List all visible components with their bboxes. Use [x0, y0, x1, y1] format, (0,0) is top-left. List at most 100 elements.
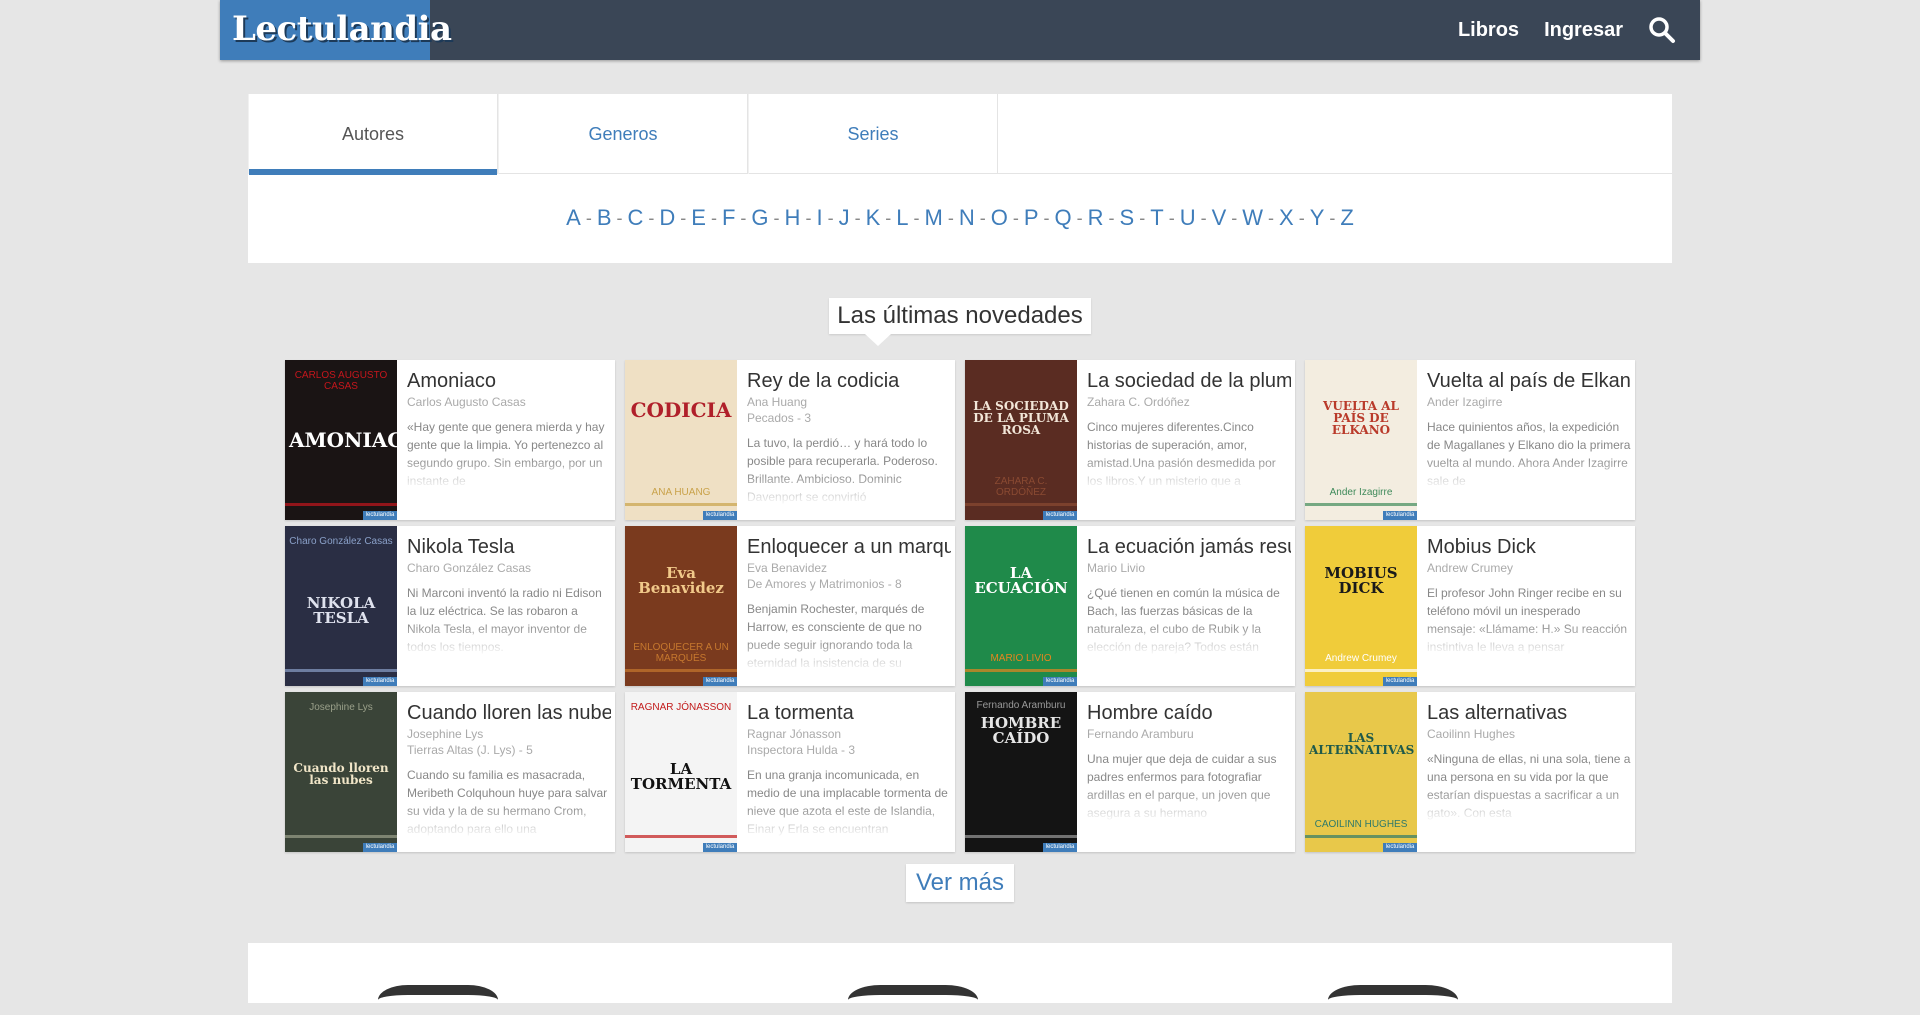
- letter-link[interactable]: N: [959, 205, 975, 231]
- book-author[interactable]: Zahara C. Ordóñez: [1087, 395, 1291, 409]
- tab-generos[interactable]: Generos: [498, 94, 748, 174]
- letter-link[interactable]: H: [785, 205, 801, 231]
- book-cover[interactable]: VUELTA AL PAÍS DE ELKANO Ander Izagirre le…: [1305, 360, 1417, 520]
- search-icon[interactable]: [1648, 16, 1676, 44]
- cover-author: Ander Izagirre: [1329, 487, 1393, 498]
- letter-link[interactable]: P: [1024, 205, 1039, 231]
- book-card[interactable]: Cuando lloren las nubes Josephine Lys lect…: [285, 692, 615, 852]
- letter-link[interactable]: Z: [1340, 205, 1353, 231]
- cover-stamp: lectulandia: [1383, 511, 1417, 520]
- book-title[interactable]: Nikola Tesla: [407, 534, 611, 560]
- book-title[interactable]: Rey de la codicia: [747, 368, 951, 394]
- book-author[interactable]: Caoilinn Hughes: [1427, 727, 1631, 741]
- book-title[interactable]: La tormenta: [747, 700, 951, 726]
- book-card[interactable]: LA TORMENTA RAGNAR JÓNASSON lectulandia La …: [625, 692, 955, 852]
- cover-title: Cuando lloren las nubes: [293, 761, 389, 787]
- book-author[interactable]: Ragnar Jónasson: [747, 727, 951, 741]
- letter-link[interactable]: U: [1180, 205, 1196, 231]
- letter-link[interactable]: L: [896, 205, 908, 231]
- tab-autores[interactable]: Autores: [248, 94, 498, 175]
- book-title[interactable]: La ecuación jamás resuelta: [1087, 534, 1291, 560]
- book-author[interactable]: Ander Izagirre: [1427, 395, 1631, 409]
- letter-link[interactable]: R: [1088, 205, 1104, 231]
- book-cover[interactable]: LAS ALTERNATIVAS CAOILINN HUGHES lectuland…: [1305, 692, 1417, 852]
- book-cover[interactable]: HOMBRE CAÍDO Fernando Aramburu lectulandia: [965, 692, 1077, 852]
- book-series[interactable]: Tierras Altas (J. Lys) - 5: [407, 743, 611, 757]
- letter-link[interactable]: M: [925, 205, 943, 231]
- letter-link[interactable]: O: [991, 205, 1008, 231]
- letter-link[interactable]: T: [1150, 205, 1163, 231]
- book-card[interactable]: Eva Benavidez ENLOQUECER A UN MARQUÉS lect…: [625, 526, 955, 686]
- letter-link[interactable]: D: [659, 205, 675, 231]
- book-title[interactable]: Hombre caído: [1087, 700, 1291, 726]
- letter-link[interactable]: J: [839, 205, 850, 231]
- book-card[interactable]: CODICIA ANA HUANG lectulandia Rey de la cod…: [625, 360, 955, 520]
- nav-ingresar-link[interactable]: Ingresar: [1544, 19, 1623, 42]
- nav-libros-link[interactable]: Libros: [1458, 19, 1519, 42]
- book-cover[interactable]: MOBIUS DICK Andrew Crumey lectulandia: [1305, 526, 1417, 686]
- book-card[interactable]: NIKOLA TESLA Charo González Casas lectulan…: [285, 526, 615, 686]
- letter-separator: -: [1231, 207, 1238, 228]
- letter-link[interactable]: W: [1242, 205, 1263, 231]
- book-author[interactable]: Carlos Augusto Casas: [407, 395, 611, 409]
- cover-stamp: lectulandia: [1383, 843, 1417, 852]
- book-author[interactable]: Charo González Casas: [407, 561, 611, 575]
- letter-link[interactable]: C: [628, 205, 644, 231]
- book-series[interactable]: De Amores y Matrimonios - 8: [747, 577, 951, 591]
- book-info: Amoniaco Carlos Augusto Casas «Hay gente q…: [407, 368, 611, 490]
- ver-mas-button[interactable]: Ver más: [906, 864, 1014, 902]
- book-series[interactable]: Pecados - 3: [747, 411, 951, 425]
- letter-link[interactable]: G: [751, 205, 768, 231]
- book-card[interactable]: LAS ALTERNATIVAS CAOILINN HUGHES lectuland…: [1305, 692, 1635, 852]
- book-cover[interactable]: LA SOCIEDAD DE LA PLUMA ROSA ZAHARA C. OR…: [965, 360, 1077, 520]
- book-cover[interactable]: LA ECUACIÓN MARIO LIVIO lectulandia: [965, 526, 1077, 686]
- book-title[interactable]: Cuando lloren las nubes: [407, 700, 611, 726]
- book-title[interactable]: Enloquecer a un marqués: [747, 534, 951, 560]
- tab-series[interactable]: Series: [748, 94, 998, 174]
- letter-separator: -: [648, 207, 655, 228]
- book-title[interactable]: Mobius Dick: [1427, 534, 1631, 560]
- book-cover[interactable]: Cuando lloren las nubes Josephine Lys lect…: [285, 692, 397, 852]
- book-author[interactable]: Fernando Aramburu: [1087, 727, 1291, 741]
- book-cover[interactable]: NIKOLA TESLA Charo González Casas lectulan…: [285, 526, 397, 686]
- book-card[interactable]: LA ECUACIÓN MARIO LIVIO lectulandia La ecua…: [965, 526, 1295, 686]
- book-title[interactable]: Vuelta al país de Elkano: [1427, 368, 1631, 394]
- letter-link[interactable]: V: [1212, 205, 1227, 231]
- book-title[interactable]: Amoniaco: [407, 368, 611, 394]
- book-cover[interactable]: CODICIA ANA HUANG lectulandia: [625, 360, 737, 520]
- book-author[interactable]: Andrew Crumey: [1427, 561, 1631, 575]
- site-logo[interactable]: Lectulandia: [220, 0, 452, 60]
- cover-stamp: lectulandia: [703, 511, 737, 520]
- letter-link[interactable]: Q: [1055, 205, 1072, 231]
- cover-decoration: [965, 503, 1077, 506]
- letter-link[interactable]: I: [816, 205, 822, 231]
- book-card[interactable]: VUELTA AL PAÍS DE ELKANO Ander Izagirre le…: [1305, 360, 1635, 520]
- book-title[interactable]: La sociedad de la pluma rosa: [1087, 368, 1291, 394]
- book-description: Cuando su familia es masacrada, Meribeth…: [407, 768, 608, 836]
- book-card[interactable]: LA SOCIEDAD DE LA PLUMA ROSA ZAHARA C. OR…: [965, 360, 1295, 520]
- book-author[interactable]: Josephine Lys: [407, 727, 611, 741]
- letter-link[interactable]: E: [691, 205, 706, 231]
- letter-separator: -: [1076, 207, 1083, 228]
- cover-stamp: lectulandia: [1383, 677, 1417, 686]
- book-card[interactable]: MOBIUS DICK Andrew Crumey lectulandia Mobiu…: [1305, 526, 1635, 686]
- letter-link[interactable]: K: [866, 205, 881, 231]
- cover-author: CARLOS AUGUSTO CASAS: [294, 370, 388, 392]
- book-author[interactable]: Mario Livio: [1087, 561, 1291, 575]
- letter-link[interactable]: B: [597, 205, 612, 231]
- book-cover[interactable]: AMONIACO CARLOS AUGUSTO CASAS lectulandia: [285, 360, 397, 520]
- letter-link[interactable]: F: [722, 205, 735, 231]
- book-author[interactable]: Eva Benavidez: [747, 561, 951, 575]
- book-card[interactable]: HOMBRE CAÍDO Fernando Aramburu lectulandia…: [965, 692, 1295, 852]
- letter-link[interactable]: X: [1279, 205, 1294, 231]
- letter-link[interactable]: Y: [1310, 205, 1325, 231]
- book-info: Nikola Tesla Charo González Casas Ni Marco…: [407, 534, 611, 656]
- book-title[interactable]: Las alternativas: [1427, 700, 1631, 726]
- book-author[interactable]: Ana Huang: [747, 395, 951, 409]
- book-cover[interactable]: LA TORMENTA RAGNAR JÓNASSON lectulandia: [625, 692, 737, 852]
- book-cover[interactable]: Eva Benavidez ENLOQUECER A UN MARQUÉS lect…: [625, 526, 737, 686]
- book-card[interactable]: AMONIACOCARLOS AUGUSTO CASASlectulandiaA…: [285, 360, 615, 520]
- book-series[interactable]: Inspectora Hulda - 3: [747, 743, 951, 757]
- letter-link[interactable]: A: [566, 205, 581, 231]
- letter-link[interactable]: S: [1120, 205, 1135, 231]
